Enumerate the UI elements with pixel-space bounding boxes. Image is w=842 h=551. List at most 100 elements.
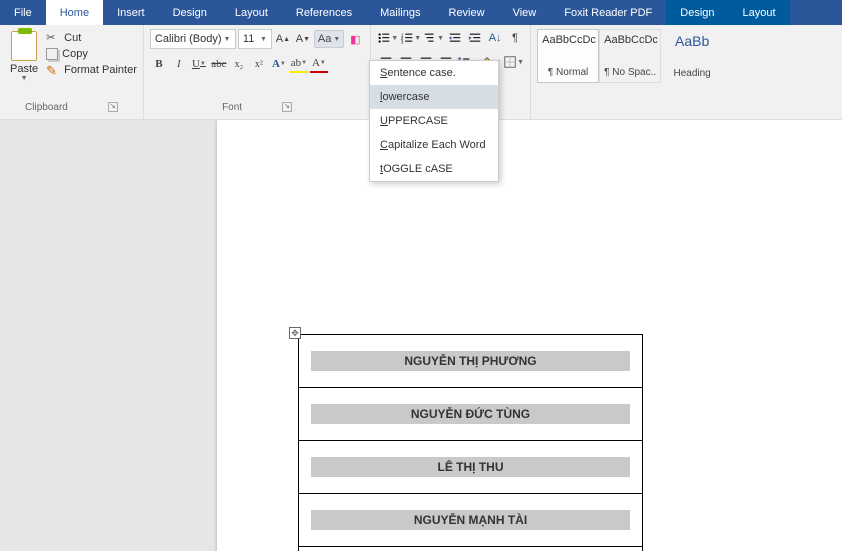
group-clipboard: Paste ▼ Cut Copy Format Painter Clipboar… bbox=[0, 25, 144, 119]
cut-label: Cut bbox=[64, 32, 81, 44]
chevron-down-icon: ▼ bbox=[301, 60, 307, 66]
table-cell[interactable]: NGUYỄN ĐỨC TÙNG bbox=[311, 404, 630, 424]
grow-font-button[interactable]: A▲ bbox=[274, 30, 292, 48]
text-effects-button[interactable]: A▼ bbox=[270, 55, 288, 73]
tab-layout[interactable]: Layout bbox=[221, 0, 282, 25]
sort-button[interactable]: A↓ bbox=[486, 29, 504, 47]
font-name-value: Calibri (Body) bbox=[155, 33, 222, 45]
tab-references[interactable]: References bbox=[282, 0, 366, 25]
font-name-select[interactable]: Calibri (Body)▼ bbox=[150, 29, 236, 49]
case-lowercase[interactable]: lowercase bbox=[370, 85, 498, 109]
style-no-spacing[interactable]: AaBbCcDc ¶ No Spac... bbox=[599, 29, 661, 83]
indent-icon bbox=[468, 31, 482, 45]
multilevel-list-button[interactable]: ▼ bbox=[423, 29, 444, 47]
tab-tools-design[interactable]: Design bbox=[666, 0, 728, 25]
font-launcher[interactable]: ↘ bbox=[282, 102, 292, 112]
group-styles: AaBbCcDc ¶ Normal AaBbCcDc ¶ No Spac... … bbox=[531, 25, 729, 119]
chevron-down-icon: ▼ bbox=[437, 35, 444, 42]
chevron-down-icon: ▼ bbox=[21, 75, 28, 82]
eraser-icon bbox=[350, 33, 360, 46]
style-normal[interactable]: AaBbCcDc ¶ Normal bbox=[537, 29, 599, 83]
table-move-handle[interactable]: ✥ bbox=[289, 327, 301, 339]
font-size-value: 11 bbox=[243, 33, 254, 45]
style-heading-preview: AaBb bbox=[665, 33, 719, 49]
copy-button[interactable]: Copy bbox=[46, 48, 137, 60]
change-case-button[interactable]: Aa▼ bbox=[314, 30, 344, 48]
case-capitalize[interactable]: Capitalize Each Word bbox=[370, 133, 498, 157]
format-painter-label: Format Painter bbox=[64, 64, 137, 76]
paste-label: Paste bbox=[10, 63, 38, 75]
tab-view[interactable]: View bbox=[499, 0, 551, 25]
table-row[interactable]: NGUYỄN ĐỨC TÙNG bbox=[299, 388, 643, 441]
tab-design[interactable]: Design bbox=[159, 0, 221, 25]
chevron-down-icon: ▼ bbox=[391, 35, 398, 42]
case-lowercase-label: owercase bbox=[382, 91, 429, 103]
clipboard-launcher[interactable]: ↘ bbox=[108, 102, 118, 112]
numbering-button[interactable]: 123▼ bbox=[400, 29, 421, 47]
chevron-down-icon: ▼ bbox=[224, 36, 231, 43]
shrink-font-button[interactable]: A▼ bbox=[294, 30, 312, 48]
decrease-indent-button[interactable] bbox=[446, 29, 464, 47]
case-uppercase-label: PPERCASE bbox=[388, 115, 448, 127]
highlight-button[interactable]: ab▼ bbox=[290, 55, 308, 73]
copy-icon bbox=[46, 48, 58, 60]
tab-tools-layout[interactable]: Layout bbox=[729, 0, 790, 25]
tab-foxit[interactable]: Foxit Reader PDF bbox=[550, 0, 666, 25]
case-uppercase[interactable]: UPPERCASE bbox=[370, 109, 498, 133]
document-table[interactable]: NGUYỄN THỊ PHƯƠNG NGUYỄN ĐỨC TÙNG LÊ THỊ… bbox=[298, 334, 643, 551]
chevron-down-icon: ▼ bbox=[414, 35, 421, 42]
change-case-label: Aa bbox=[318, 33, 331, 45]
chevron-down-icon: ▼ bbox=[517, 59, 524, 66]
paste-icon bbox=[11, 31, 37, 61]
borders-button[interactable]: ▼ bbox=[503, 53, 524, 71]
style-normal-preview: AaBbCcDc bbox=[542, 34, 594, 46]
tab-mailings[interactable]: Mailings bbox=[366, 0, 434, 25]
italic-button[interactable]: I bbox=[170, 55, 188, 73]
bullets-icon bbox=[377, 31, 391, 45]
font-group-label: Font bbox=[222, 102, 242, 113]
menu-tabs: File Home Insert Design Layout Reference… bbox=[0, 0, 842, 25]
tab-file[interactable]: File bbox=[0, 0, 46, 25]
outdent-icon bbox=[448, 31, 462, 45]
case-capitalize-label: apitalize Each Word bbox=[388, 139, 486, 151]
numbering-icon: 123 bbox=[400, 31, 414, 45]
table-cell[interactable]: NGUYỄN MẠNH TÀI bbox=[311, 510, 630, 530]
change-case-menu: Sentence case. lowercase UPPERCASE Capit… bbox=[369, 60, 499, 182]
case-toggle-label: OGGLE cASE bbox=[383, 163, 453, 175]
copy-label: Copy bbox=[62, 48, 88, 60]
case-sentence-label: entence case. bbox=[387, 67, 456, 79]
format-painter-button[interactable]: Format Painter bbox=[46, 63, 137, 77]
table-row[interactable]: LÊ THỊ THU bbox=[299, 441, 643, 494]
style-no-spacing-preview: AaBbCcDc bbox=[604, 34, 656, 46]
table-cell[interactable]: LÊ THỊ THU bbox=[311, 457, 630, 477]
bullets-button[interactable]: ▼ bbox=[377, 29, 398, 47]
bold-button[interactable]: B bbox=[150, 55, 168, 73]
table-row[interactable]: NGUYỄN THỊ PHƯƠNG bbox=[299, 335, 643, 388]
font-size-select[interactable]: 11 ▼ bbox=[238, 29, 272, 49]
tab-review[interactable]: Review bbox=[435, 0, 499, 25]
tab-insert[interactable]: Insert bbox=[103, 0, 159, 25]
subscript-button[interactable]: x₂ bbox=[230, 55, 248, 73]
table-row[interactable]: NGUYỄN MẠNH TÀI bbox=[299, 494, 643, 547]
underline-button[interactable]: U▼ bbox=[190, 55, 208, 73]
case-sentence[interactable]: Sentence case. bbox=[370, 61, 498, 85]
strikethrough-button[interactable]: abc bbox=[210, 55, 228, 73]
case-toggle[interactable]: tOGGLE cASE bbox=[370, 157, 498, 181]
cut-button[interactable]: Cut bbox=[46, 31, 137, 45]
clear-formatting-button[interactable] bbox=[346, 30, 364, 48]
increase-indent-button[interactable] bbox=[466, 29, 484, 47]
chevron-down-icon: ▼ bbox=[333, 36, 340, 43]
group-font: Calibri (Body)▼ 11▼ A▲ A▼ Aa▼ B I U▼ abc… bbox=[144, 25, 371, 119]
show-hide-button[interactable]: ¶ bbox=[506, 29, 524, 47]
font-color-button[interactable]: A▼ bbox=[310, 55, 328, 73]
table-cell[interactable]: NGUYỄN THỊ PHƯƠNG bbox=[311, 351, 630, 371]
style-no-spacing-name: ¶ No Spac... bbox=[604, 67, 656, 78]
style-heading[interactable]: AaBb Heading bbox=[661, 29, 723, 83]
chevron-down-icon: ▼ bbox=[260, 36, 267, 43]
paste-button[interactable]: Paste ▼ bbox=[6, 29, 42, 84]
table-row[interactable]: LÊ NHẬT ANH bbox=[299, 547, 643, 551]
superscript-button[interactable]: x² bbox=[250, 55, 268, 73]
clipboard-group-label: Clipboard bbox=[25, 102, 68, 113]
svg-text:3: 3 bbox=[401, 39, 404, 44]
tab-home[interactable]: Home bbox=[46, 0, 103, 25]
